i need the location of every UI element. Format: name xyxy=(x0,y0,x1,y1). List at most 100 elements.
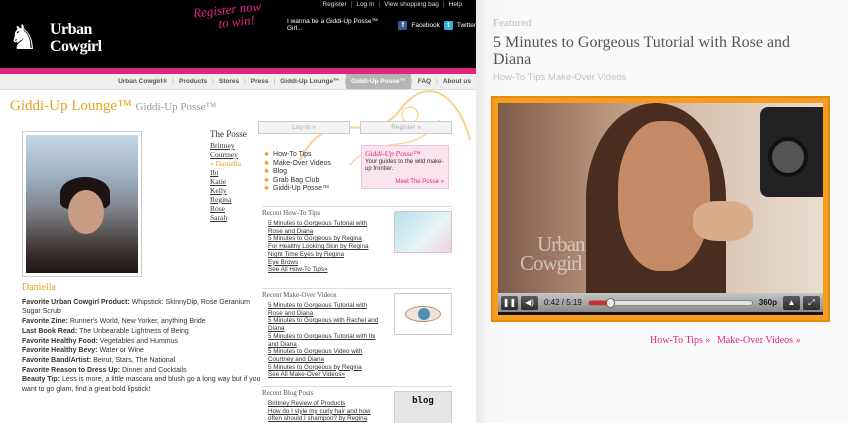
video-face xyxy=(618,121,710,271)
twitter-link[interactable]: Twitter xyxy=(457,22,476,29)
menu-item-grab-bag[interactable]: ✱ Grab Bag Club xyxy=(264,177,331,186)
field-label: Beauty Tip: xyxy=(22,376,60,384)
website-screenshot: ♞ Urban Cowgirl Register now to win! Reg… xyxy=(0,0,476,423)
field-value: Vegetables and Hummus xyxy=(99,337,179,345)
howto-section: Recent How-To Tips 5 Minutes to Gorgeous… xyxy=(262,206,452,290)
posse-member-rose[interactable]: Rose xyxy=(210,204,247,213)
menu-item-howto[interactable]: ✱ How-To Tips xyxy=(264,151,331,160)
register-promo[interactable]: Register now to win! xyxy=(192,0,261,31)
shopping-bag-link[interactable]: View shopping bag xyxy=(380,1,443,8)
profile-field: Favorite Urban Cowgirl Product: Whipstic… xyxy=(22,298,268,317)
posse-promo-box[interactable]: Giddi-Up Posse™ Your guides to the wild … xyxy=(361,145,449,189)
field-label: Last Book Read: xyxy=(22,327,78,335)
video-frame[interactable]: Urban Cowgirl xyxy=(498,103,823,293)
profile-field: Favorite Zine: Runner's World, New Yorke… xyxy=(22,317,268,327)
posse-member-brittney[interactable]: Brittney xyxy=(210,141,247,150)
volume-icon[interactable]: ◀) xyxy=(521,295,538,310)
urban-cowgirl-logo[interactable]: ♞ Urban Cowgirl xyxy=(8,18,108,62)
watermark-line-2: Cowgirl xyxy=(520,251,583,275)
social-line: I wanna be a Giddi-Up Posse™ Girl... f F… xyxy=(287,18,476,32)
makeover-videos-link[interactable]: Make-Over Videos » xyxy=(717,335,801,346)
register-link[interactable]: Register xyxy=(318,1,350,8)
nav-press[interactable]: Press xyxy=(246,78,274,85)
bottom-links: How-To Tips » Make-Over Videos » xyxy=(646,335,801,346)
blog-section: Recent Blog Posts Brittney Review of Pro… xyxy=(262,386,452,423)
posse-member-daniella[interactable]: » Daniella xyxy=(210,159,247,168)
logo-line-1: Urban xyxy=(50,21,92,38)
featured-title[interactable]: 5 Minutes to Gorgeous Tutorial with Rose… xyxy=(493,34,813,68)
page-title: Giddi-Up Lounge™ Giddi-Up Posse™ xyxy=(10,98,216,115)
makeover-link[interactable]: 5 Minutes to Gorgeous Video with Courtne… xyxy=(268,348,382,363)
howto-see-all[interactable]: See All How-To Tips» xyxy=(268,266,382,274)
makeover-link[interactable]: 5 Minutes to Gorgeous Tutorial with Rose… xyxy=(268,302,382,317)
blog-link[interactable]: How do I style my curly hair and how oft… xyxy=(268,408,382,423)
field-label: Favorite Urban Cowgirl Product: xyxy=(22,298,130,306)
star-icon: ✱ xyxy=(264,169,270,175)
profile-field: Last Book Read: The Unbearable Lightness… xyxy=(22,327,268,337)
posse-member-katie[interactable]: Katie xyxy=(210,177,247,186)
howto-link[interactable]: 5 Minutes to Gorgeous by Regina xyxy=(268,235,382,243)
pause-icon[interactable]: ❚❚ xyxy=(501,295,518,310)
howto-link[interactable]: Night Time Eyes by Regina xyxy=(268,251,382,259)
lounge-title-text: Giddi-Up Lounge™ xyxy=(10,98,132,114)
howto-link[interactable]: Eye Brows xyxy=(268,259,382,267)
menu-item-makeover[interactable]: ✱ Make-Over Videos xyxy=(264,160,331,169)
makeover-link[interactable]: 5 Minutes to Gorgeous by Regina xyxy=(268,364,382,372)
nav-giddi-up-posse[interactable]: Giddi-Up Posse™ xyxy=(346,74,412,89)
nav-urban-cowgirl[interactable]: Urban Cowgirl® xyxy=(113,78,172,85)
posse-member-kelly[interactable]: Kelly xyxy=(210,186,247,195)
promo-line-2: to win! xyxy=(217,12,256,31)
main-nav: Urban Cowgirl® | Products | Stores | Press |… xyxy=(0,74,476,90)
profile-details: Daniella Favorite Urban Cowgirl Product:… xyxy=(22,283,268,395)
register-button[interactable]: Register » xyxy=(360,121,452,134)
camera-lens xyxy=(768,137,808,177)
twitter-icon[interactable]: t xyxy=(443,20,453,30)
progress-handle[interactable] xyxy=(606,297,616,308)
featured-subtitle: How-To Tips Make-Over Videos xyxy=(493,72,627,83)
makeover-link[interactable]: 5 Minutes to Gorgeous Tutorial with Ibi … xyxy=(268,333,382,348)
nav-giddi-up-lounge[interactable]: Giddi-Up Lounge™ xyxy=(275,78,344,85)
nav-about-us[interactable]: About us xyxy=(438,78,476,85)
posse-member-regina[interactable]: Regina xyxy=(210,195,247,204)
howto-link[interactable]: 5 Minutes to Gorgeous Tutorial with Rose… xyxy=(268,220,382,235)
makeover-see-all[interactable]: See All Make-Over Videos» xyxy=(268,371,382,379)
field-value: Dinner and Cocktails xyxy=(121,366,187,374)
makeover-thumbnail[interactable] xyxy=(394,293,452,335)
menu-item-posse[interactable]: ✱ Giddi-Up Posse™ xyxy=(264,185,331,194)
lounge-subtitle: Giddi-Up Posse™ xyxy=(135,101,217,113)
blog-thumbnail[interactable]: blog xyxy=(394,391,452,423)
login-button[interactable]: Log-In » xyxy=(258,121,350,134)
profile-photo xyxy=(22,131,142,277)
nav-products[interactable]: Products xyxy=(174,78,212,85)
posse-member-sarah[interactable]: Sarah xyxy=(210,213,247,222)
field-label: Favorite Healthy Bevy: xyxy=(22,347,98,355)
logo-line-2: Cowgirl xyxy=(50,38,102,55)
menu-item-blog[interactable]: ✱ Blog xyxy=(264,168,331,177)
help-link[interactable]: Help xyxy=(445,1,466,8)
makeover-section: Recent Make-Over Videos 5 Minutes to Gor… xyxy=(262,288,452,386)
meet-posse-link[interactable]: Meet The Posse » xyxy=(395,179,444,185)
facebook-link[interactable]: Facebook xyxy=(411,22,440,29)
field-value: Beirut, Stars, The National xyxy=(93,356,176,364)
fullscreen-icon[interactable]: ⤢ xyxy=(803,295,820,310)
expand-icon[interactable]: ▲ xyxy=(783,295,800,310)
blog-link[interactable]: Brittney Review of Products xyxy=(268,400,382,408)
howto-link[interactable]: For Healthy Looking Skin by Regina xyxy=(268,243,382,251)
menu-item-label: Grab Bag Club xyxy=(273,176,320,184)
field-value: Runner's World, New Yorker, anything Bri… xyxy=(69,318,206,326)
progress-bar[interactable] xyxy=(587,297,753,308)
menu-item-label: Blog xyxy=(273,168,288,175)
nav-stores[interactable]: Stores xyxy=(214,78,244,85)
login-link[interactable]: Log In xyxy=(352,1,378,8)
makeover-link[interactable]: 5 Minutes to Gorgeous with Rachel and Di… xyxy=(268,317,382,332)
nav-faq[interactable]: FAQ xyxy=(413,78,436,85)
howto-tips-link[interactable]: How-To Tips » xyxy=(650,335,710,346)
posse-member-ibi[interactable]: Ibi xyxy=(210,168,247,177)
howto-thumbnail[interactable] xyxy=(394,211,452,253)
blog-thumb-label: blog xyxy=(412,396,434,406)
posse-member-courtney[interactable]: Courtney xyxy=(210,150,247,159)
quality-selector[interactable]: 360p xyxy=(756,298,780,307)
iris-image xyxy=(418,308,430,320)
profile-field: Favorite Healthy Food: Vegetables and Hu… xyxy=(22,337,268,347)
facebook-icon[interactable]: f xyxy=(398,20,408,30)
